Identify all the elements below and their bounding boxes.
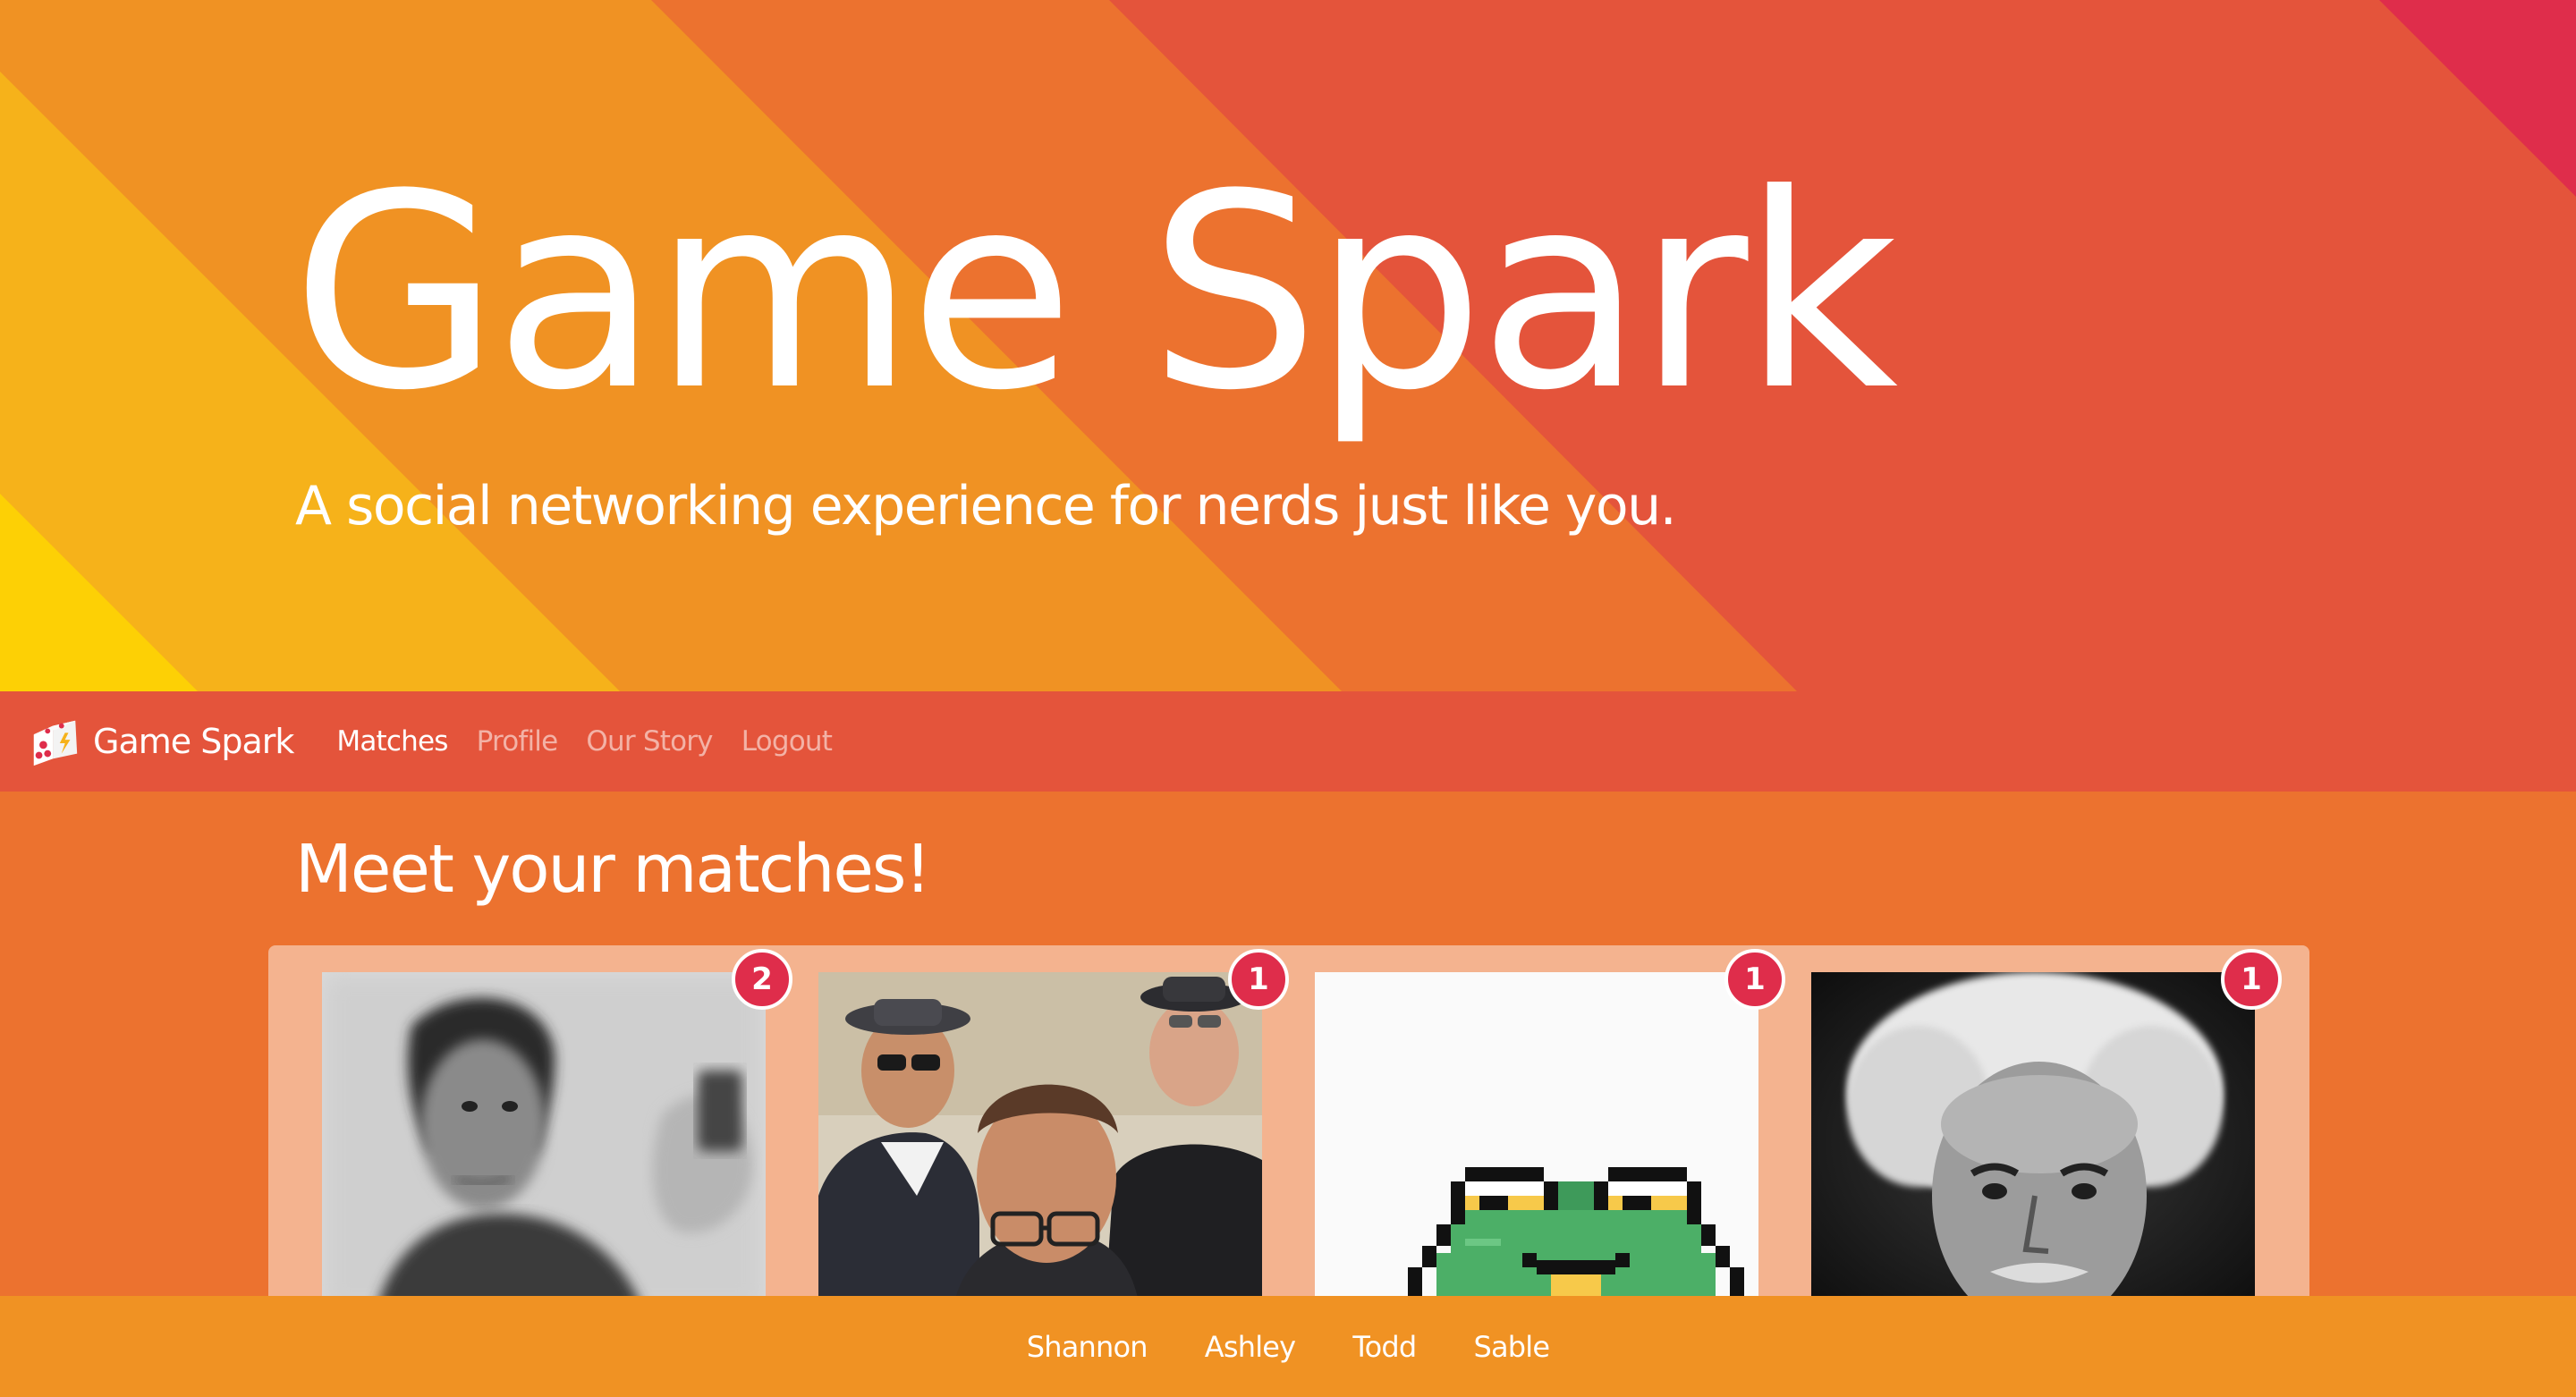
- match-photo-blurred-man: [322, 972, 766, 1312]
- match-photo-group-men: [818, 972, 1262, 1312]
- nav-link-logout[interactable]: Logout: [741, 725, 833, 758]
- match-badge-count: 1: [1724, 949, 1785, 1010]
- matches-section: Meet your matches! 2 1 1 1: [0, 792, 2576, 1321]
- match-name-shannon[interactable]: Shannon: [1027, 1330, 1148, 1364]
- match-card[interactable]: 1: [1811, 949, 2282, 1312]
- dice-icon: [33, 720, 78, 766]
- nav-link-our-story[interactable]: Our Story: [586, 725, 713, 758]
- match-card[interactable]: 1: [818, 949, 1289, 1312]
- match-card[interactable]: 1: [1315, 949, 1785, 1312]
- match-name-sable[interactable]: Sable: [1473, 1330, 1550, 1364]
- match-badge-count: 1: [1228, 949, 1289, 1010]
- match-badge-count: 2: [732, 949, 792, 1010]
- brand-name: Game Spark: [93, 722, 294, 761]
- matches-name-bar: Shannon Ashley Todd Sable: [0, 1296, 2576, 1397]
- matches-panel: 2 1 1 1: [268, 945, 2309, 1321]
- nav-link-profile[interactable]: Profile: [477, 725, 559, 758]
- matches-heading: Meet your matches!: [295, 831, 931, 908]
- hero-tagline: A social networking experience for nerds…: [295, 475, 1677, 538]
- match-name-todd[interactable]: Todd: [1352, 1330, 1417, 1364]
- main-navbar: Game Spark Matches Profile Our Story Log…: [0, 691, 2576, 792]
- match-card[interactable]: 2: [322, 949, 792, 1312]
- match-photo-einstein: [1811, 972, 2255, 1312]
- nav-link-matches[interactable]: Matches: [336, 725, 448, 758]
- match-name-ashley[interactable]: Ashley: [1205, 1330, 1296, 1364]
- hero-banner: Game Spark A social networking experienc…: [0, 0, 2576, 691]
- match-photo-pixel-frog: [1315, 972, 1758, 1312]
- brand-link[interactable]: Game Spark: [27, 714, 294, 769]
- match-badge-count: 1: [2221, 949, 2282, 1010]
- nav-links: Matches Profile Our Story Logout: [336, 725, 860, 758]
- hero-title: Game Spark: [292, 137, 1898, 449]
